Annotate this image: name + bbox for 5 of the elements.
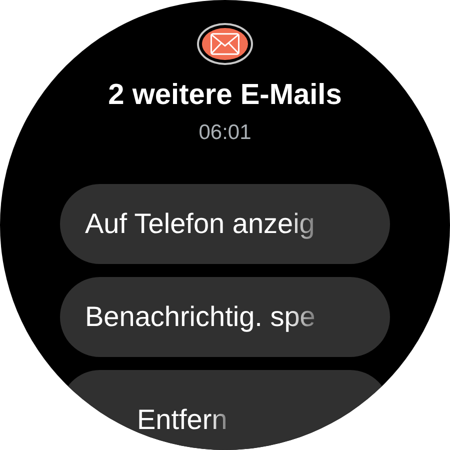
notification-title: 2 weitere E-Mails [108, 79, 342, 112]
action-button[interactable]: Auf Telefon anzeig [60, 184, 390, 264]
notification-time: 06:01 [198, 121, 252, 145]
action-button[interactable]: Benachrichtig. spe [60, 277, 390, 357]
mail-app-icon [199, 25, 251, 63]
